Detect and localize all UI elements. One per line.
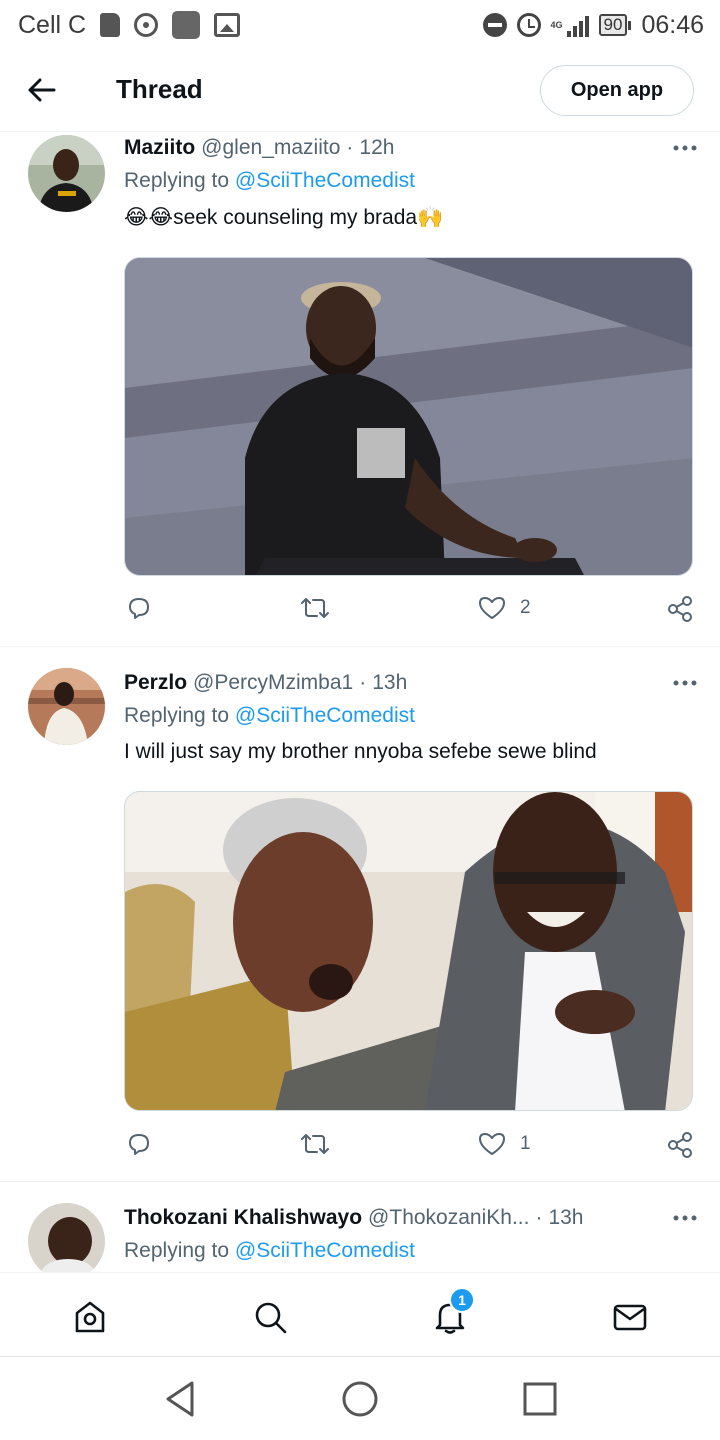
replying-to: Replying to @SciiTheComedist <box>124 704 415 728</box>
gallery-icon <box>214 13 241 37</box>
back-arrow-icon[interactable] <box>26 74 58 106</box>
mail-icon[interactable] <box>610 1297 650 1337</box>
retweet-button[interactable] <box>300 1131 330 1157</box>
tweet-text: 😂😂seek counseling my brada🙌 <box>124 206 444 229</box>
author-handle[interactable]: @glen_maziito <box>201 136 340 160</box>
avatar[interactable] <box>28 668 105 745</box>
more-options-icon[interactable] <box>670 673 700 693</box>
home-icon[interactable] <box>70 1297 110 1337</box>
tweet-header: Maziito @glen_maziito · 12h <box>124 133 700 163</box>
heart-icon <box>479 597 505 619</box>
author-handle[interactable]: @PercyMzimba1 <box>193 671 353 695</box>
system-nav-bar <box>0 1356 720 1440</box>
separator: · <box>346 136 354 159</box>
tweet-header: Perzlo @PercyMzimba1 · 13h <box>124 668 700 698</box>
mention-link[interactable]: @SciiTheComedist <box>235 704 415 727</box>
mention-link[interactable]: @SciiTheComedist <box>235 1239 415 1262</box>
retweet-icon <box>301 1134 329 1154</box>
app-notification-icon <box>172 11 201 39</box>
tweet[interactable]: Thokozani Khalishwayo @ThokozaniKh... · … <box>0 1183 720 1272</box>
alarm-icon <box>516 13 541 37</box>
replying-to: Replying to @SciiTheComedist <box>124 169 415 193</box>
replying-to-label: Replying to <box>124 169 230 192</box>
do-not-disturb-icon <box>482 13 507 37</box>
like-count: 1 <box>520 1133 531 1154</box>
notification-badge: 1 <box>449 1287 475 1313</box>
search-icon[interactable] <box>250 1297 290 1337</box>
separator: · <box>359 671 367 694</box>
tweet-image[interactable] <box>124 257 693 576</box>
mention-link[interactable]: @SciiTheComedist <box>235 169 415 192</box>
carrier-label: Cell C <box>18 10 87 39</box>
reply-button[interactable] <box>126 595 152 621</box>
replying-to: Replying to @SciiTheComedist <box>124 1239 415 1263</box>
tweet-header: Thokozani Khalishwayo @ThokozaniKh... · … <box>124 1203 700 1233</box>
signal-icon: 4G <box>551 13 589 37</box>
sd-card-icon <box>100 13 121 37</box>
share-button[interactable] <box>666 595 694 623</box>
separator: · <box>535 1206 543 1229</box>
battery-icon: 90 <box>598 14 632 36</box>
tweet-actions: 1 <box>124 1131 700 1161</box>
system-back-icon[interactable] <box>160 1379 200 1419</box>
more-options-icon[interactable] <box>670 1208 700 1228</box>
author-name[interactable]: Perzlo <box>124 671 187 695</box>
avatar[interactable] <box>28 135 105 212</box>
retweet-button[interactable] <box>300 595 330 621</box>
share-icon <box>668 1132 692 1158</box>
replying-to-label: Replying to <box>124 704 230 727</box>
replying-to-label: Replying to <box>124 1239 230 1262</box>
heart-icon <box>479 1133 505 1155</box>
like-count: 2 <box>520 597 531 618</box>
page-title: Thread <box>116 74 203 104</box>
system-home-icon[interactable] <box>340 1379 380 1419</box>
reply-icon <box>129 1134 149 1155</box>
avatar[interactable] <box>28 1203 105 1272</box>
status-bar: Cell C 4G 90 06:46 <box>0 0 720 50</box>
tweet-time[interactable]: 13h <box>548 1206 583 1230</box>
retweet-icon <box>301 598 329 618</box>
tweet-time[interactable]: 12h <box>359 136 394 160</box>
tweet-image[interactable] <box>124 791 693 1111</box>
share-button[interactable] <box>666 1131 694 1159</box>
bottom-nav: 1 <box>0 1272 720 1356</box>
share-icon <box>668 596 692 622</box>
tweet-text: I will just say my brother nnyoba sefebe… <box>124 740 597 763</box>
author-name[interactable]: Thokozani Khalishwayo <box>124 1206 362 1230</box>
tweet-actions: 2 <box>124 595 700 625</box>
app-header: Thread Open app <box>0 50 720 132</box>
author-handle[interactable]: @ThokozaniKh... <box>368 1206 529 1230</box>
like-button[interactable]: 1 <box>478 1131 531 1157</box>
more-options-icon[interactable] <box>670 138 700 158</box>
hotspot-icon <box>134 13 159 37</box>
network-type-label: 4G <box>550 19 563 30</box>
reply-icon <box>129 598 149 619</box>
system-recents-icon[interactable] <box>520 1379 560 1419</box>
tweet-time[interactable]: 13h <box>372 671 407 695</box>
open-app-button[interactable]: Open app <box>540 65 694 116</box>
clock: 06:46 <box>641 10 704 39</box>
tweet[interactable]: Perzlo @PercyMzimba1 · 13h Replying to @… <box>0 648 720 1182</box>
battery-level: 90 <box>598 14 628 36</box>
tweet[interactable]: Maziito @glen_maziito · 12h Replying to … <box>0 133 720 647</box>
like-button[interactable]: 2 <box>478 595 531 621</box>
author-name[interactable]: Maziito <box>124 136 195 160</box>
reply-button[interactable] <box>126 1131 152 1157</box>
